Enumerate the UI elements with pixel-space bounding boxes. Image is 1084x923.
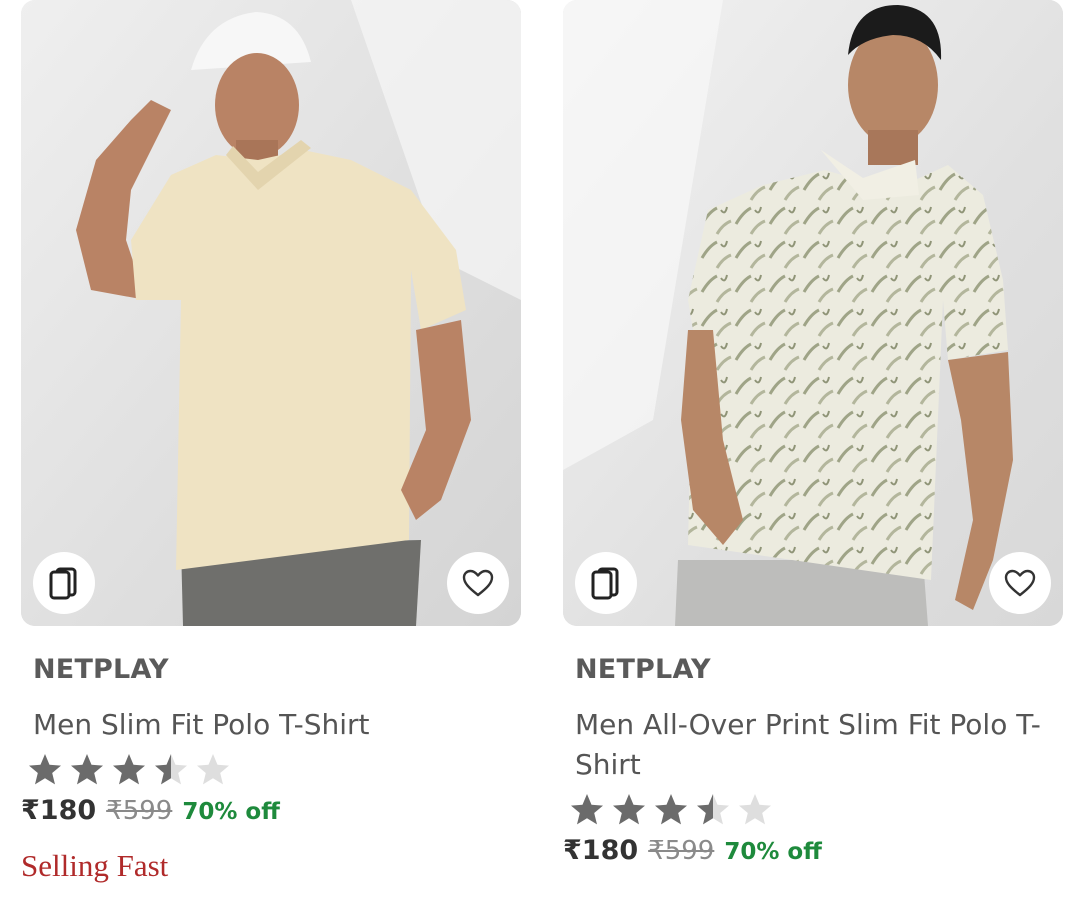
product-card[interactable]: NETPLAY Men Slim Fit Polo T-Shirt ₹180 ₹…: [21, 0, 521, 884]
star-icon: [29, 754, 61, 785]
original-price: ₹599: [106, 796, 173, 826]
discount-label: 70% off: [724, 839, 822, 865]
star-rating: [27, 749, 521, 791]
star-icon: [697, 794, 729, 825]
selling-fast-tag: Selling Fast: [21, 848, 169, 883]
original-price: ₹599: [648, 836, 715, 866]
star-icon: [71, 754, 103, 785]
selling-price: ₹180: [563, 835, 639, 866]
selling-price: ₹180: [21, 795, 97, 826]
similar-products-button[interactable]: [33, 552, 95, 614]
wishlist-button[interactable]: [447, 552, 509, 614]
product-title[interactable]: Men All-Over Print Slim Fit Polo T-Shirt: [575, 705, 1055, 785]
similar-products-button[interactable]: [575, 552, 637, 614]
price-row: ₹180 ₹599 70% off: [21, 795, 521, 826]
star-icon: [197, 754, 229, 785]
product-image[interactable]: [563, 0, 1063, 626]
star-icon: [571, 794, 603, 825]
product-photo: [563, 0, 1063, 626]
similar-products-icon: [49, 567, 77, 600]
heart-icon: [462, 569, 494, 597]
star-icon: [155, 754, 187, 785]
discount-label: 70% off: [182, 799, 280, 825]
star-icon: [613, 794, 645, 825]
price-row: ₹180 ₹599 70% off: [563, 835, 1063, 866]
brand-name: NETPLAY: [33, 654, 169, 685]
star-icon: [113, 754, 145, 785]
heart-icon: [1004, 569, 1036, 597]
product-image[interactable]: [21, 0, 521, 626]
wishlist-button[interactable]: [989, 552, 1051, 614]
star-rating: [569, 789, 1063, 831]
star-icon: [739, 794, 771, 825]
product-card[interactable]: NETPLAY Men All-Over Print Slim Fit Polo…: [563, 0, 1063, 866]
brand-name: NETPLAY: [575, 654, 711, 685]
product-photo: [21, 0, 521, 626]
similar-products-icon: [591, 567, 619, 600]
product-title[interactable]: Men Slim Fit Polo T-Shirt: [33, 705, 513, 745]
star-icon: [655, 794, 687, 825]
product-grid: NETPLAY Men Slim Fit Polo T-Shirt ₹180 ₹…: [0, 0, 1084, 923]
